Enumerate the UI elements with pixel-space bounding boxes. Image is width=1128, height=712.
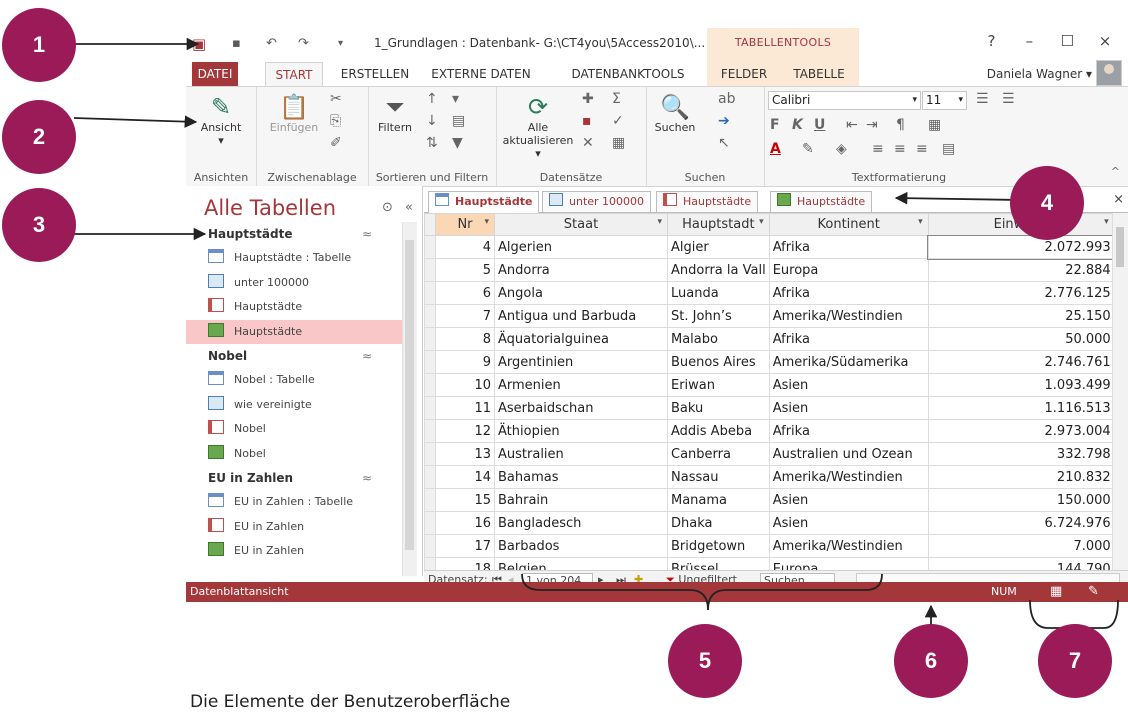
callout-7: 7 [1038, 624, 1112, 698]
callout-5: 5 [668, 624, 742, 698]
arrow-4 [894, 191, 1021, 205]
callout-1: 1 [2, 8, 76, 82]
figure-caption: Die Elemente der Benutzeroberfläche [190, 692, 511, 712]
callout-6: 6 [894, 624, 968, 698]
callout-3: 3 [2, 188, 76, 262]
annotation-lines [73, 37, 1119, 672]
arrow-2 [73, 115, 198, 128]
callout-4: 4 [1010, 166, 1084, 240]
callout-2: 2 [2, 100, 76, 174]
bracket-5 [521, 573, 883, 611]
